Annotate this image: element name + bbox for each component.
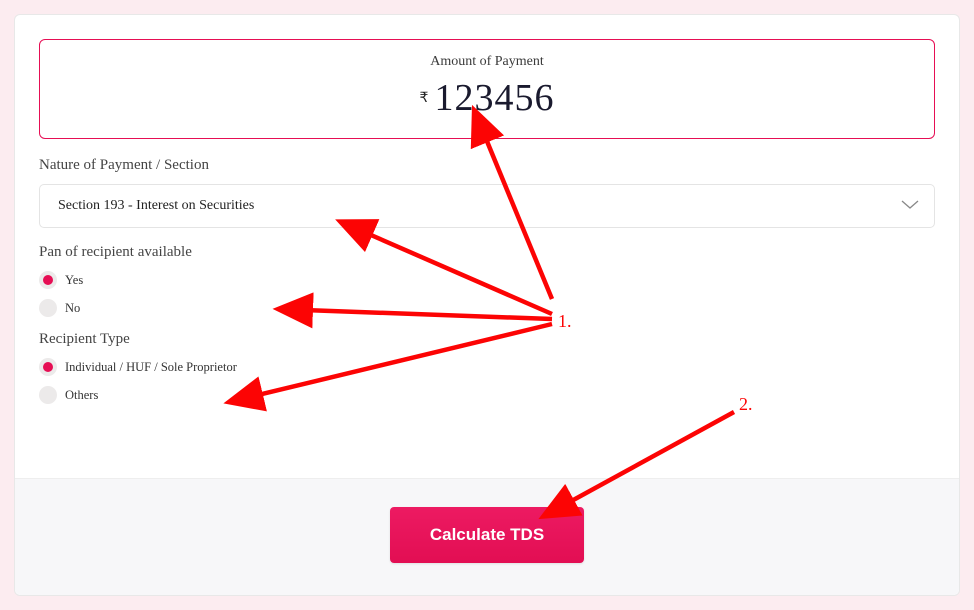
nature-select-wrap: Section 193 - Interest on Securities (39, 184, 935, 228)
nature-of-payment-label: Nature of Payment / Section (39, 157, 935, 174)
amount-of-payment-box[interactable]: Amount of Payment ₹ 123456 (39, 39, 935, 139)
pan-available-label: Pan of recipient available (39, 244, 935, 261)
radio-label: Others (65, 388, 98, 403)
radio-label: Individual / HUF / Sole Proprietor (65, 360, 237, 375)
amount-label: Amount of Payment (56, 54, 918, 70)
recipient-type-radio-others[interactable]: Others (39, 386, 935, 404)
rupee-icon: ₹ (420, 90, 429, 107)
radio-dot-icon (39, 271, 57, 289)
recipient-type-radio-group: Individual / HUF / Sole Proprietor Other… (39, 358, 935, 404)
radio-dot-icon (39, 358, 57, 376)
form-card: Amount of Payment ₹ 123456 Nature of Pay… (14, 14, 960, 596)
amount-value: 123456 (434, 76, 554, 120)
pan-radio-yes[interactable]: Yes (39, 271, 935, 289)
calculate-tds-button[interactable]: Calculate TDS (390, 507, 584, 563)
card-footer: Calculate TDS (15, 478, 959, 595)
card-body: Amount of Payment ₹ 123456 Nature of Pay… (15, 15, 959, 478)
recipient-type-radio-individual[interactable]: Individual / HUF / Sole Proprietor (39, 358, 935, 376)
recipient-type-label: Recipient Type (39, 331, 935, 348)
nature-of-payment-select[interactable]: Section 193 - Interest on Securities (39, 184, 935, 228)
nature-selected-value: Section 193 - Interest on Securities (58, 198, 254, 213)
radio-label: Yes (65, 273, 83, 288)
pan-radio-no[interactable]: No (39, 299, 935, 317)
radio-dot-icon (39, 386, 57, 404)
radio-label: No (65, 301, 80, 316)
radio-dot-icon (39, 299, 57, 317)
pan-radio-group: Yes No (39, 271, 935, 317)
amount-value-row: ₹ 123456 (56, 76, 918, 120)
